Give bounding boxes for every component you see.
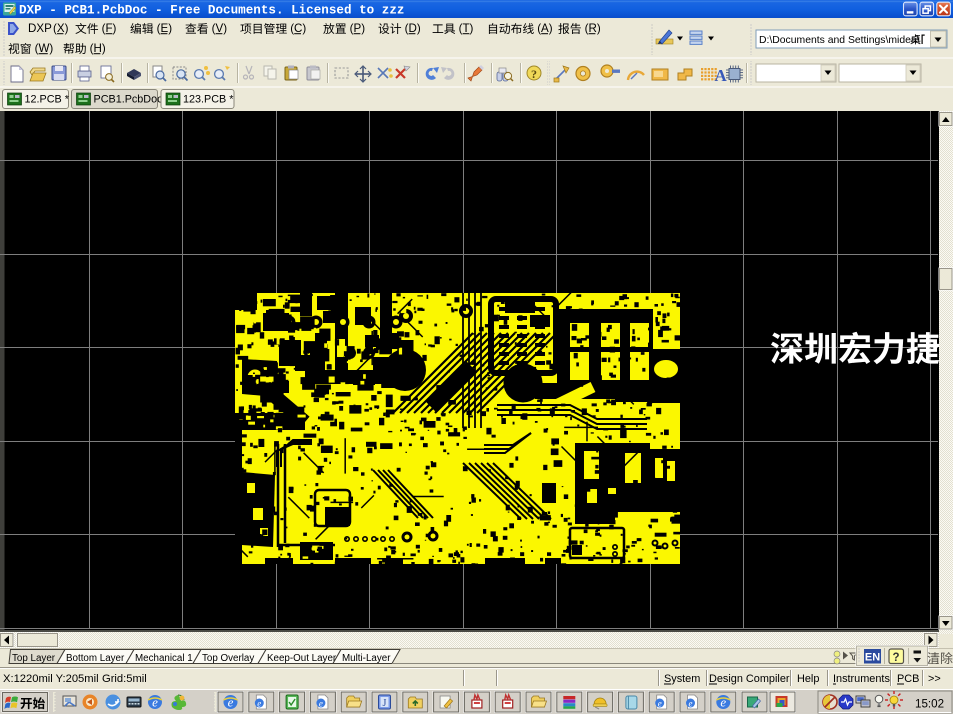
svg-text:(F): (F) [102,22,117,35]
svg-text:(A): (A) [537,22,553,35]
svg-text:e: e [228,695,234,710]
svg-text:Multi-Layer: Multi-Layer [342,653,391,664]
svg-text:e: e [720,695,726,710]
svg-text:(T): (T) [459,22,474,35]
svg-text:(X): (X) [53,22,69,35]
svg-text:(H): (H) [90,42,106,55]
svg-text:PCB1.PcbDoc: PCB1.PcbDoc [94,94,164,106]
svg-text:PCB: PCB [897,673,919,685]
svg-text:(W): (W) [35,42,54,55]
svg-text:(V): (V) [212,22,228,35]
svg-text:Top Overlay: Top Overlay [202,653,254,664]
svg-text:(E): (E) [157,22,173,35]
svg-text:System: System [664,673,700,685]
svg-text:15:02: 15:02 [915,698,944,711]
svg-text:?: ? [531,67,537,81]
svg-text:12.PCB *: 12.PCB * [25,94,70,106]
svg-text:EN: EN [865,652,880,664]
svg-text:e: e [689,699,693,709]
svg-text:DXP: DXP [28,22,52,35]
svg-text:(P): (P) [350,22,366,35]
svg-text:>>: >> [928,673,941,685]
svg-text:Grid:5mil: Grid:5mil [102,673,147,685]
svg-text:Help: Help [797,673,819,685]
svg-text:A: A [715,66,728,85]
svg-text:(C): (C) [290,22,306,35]
svg-text:Design Compiler: Design Compiler [709,673,790,685]
svg-text:e: e [658,699,662,709]
svg-text:Mechanical 1: Mechanical 1 [135,653,193,664]
svg-text:e: e [257,699,261,709]
svg-text:D:\Documents and Settings\mide: D:\Documents and Settings\midea\ [759,35,920,46]
svg-text:X:1220mil Y:205mil: X:1220mil Y:205mil [3,673,99,685]
svg-text:e: e [319,699,323,709]
svg-text:J: J [383,698,387,709]
svg-text:Keep-Out Layer: Keep-Out Layer [267,653,337,664]
svg-text:Instruments: Instruments [833,673,890,685]
svg-text:e: e [152,695,158,710]
svg-text:123.PCB *: 123.PCB * [183,94,234,106]
svg-text:Top Layer: Top Layer [12,653,56,664]
svg-text:?: ? [892,652,899,664]
svg-text:DXP - PCB1.PcbDoc - Free Docum: DXP - PCB1.PcbDoc - Free Documents. Lice… [19,4,404,18]
svg-text:(D): (D) [405,22,421,35]
svg-text:(R): (R) [585,22,601,35]
svg-text:Bottom Layer: Bottom Layer [66,653,125,664]
